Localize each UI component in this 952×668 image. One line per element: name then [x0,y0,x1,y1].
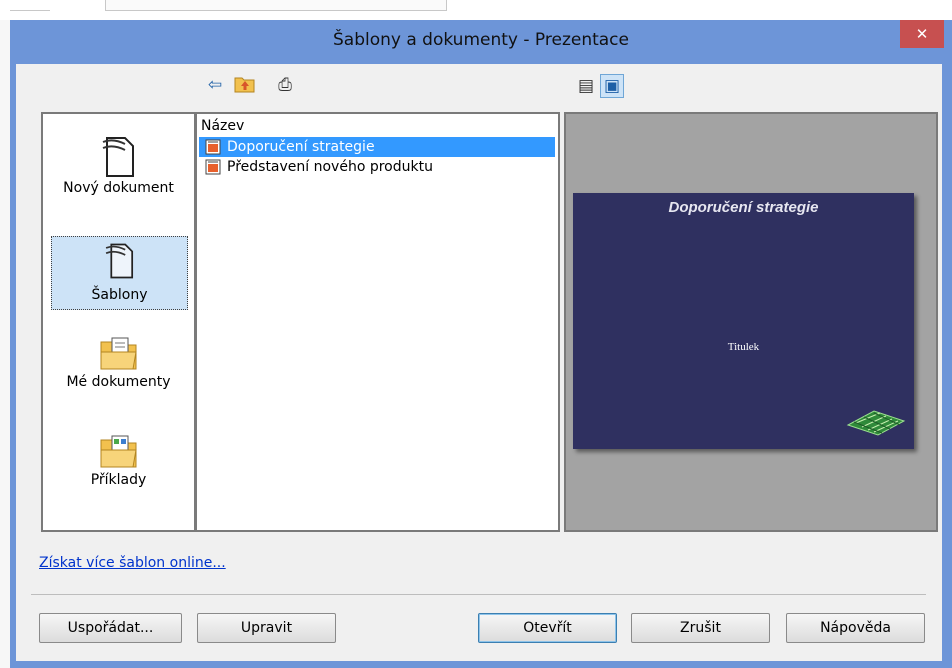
organize-button[interactable]: Uspořádat... [39,613,182,643]
organize-button-label: Uspořádat... [67,620,154,636]
window-title: Šablony a dokumenty - Prezentace [332,30,629,50]
cancel-button-label: Zrušit [680,620,721,636]
list-item[interactable]: Doporučení strategie [199,137,555,157]
back-button[interactable]: ⇦ [204,74,226,96]
background-field [10,0,50,11]
details-view-button[interactable]: ▤ [574,74,598,98]
up-folder-button[interactable] [234,74,256,96]
folder-up-icon [234,77,255,93]
my-documents-folder-icon [98,334,140,374]
open-button[interactable]: Otevřít [478,613,617,643]
category-label: Šablony [91,287,148,303]
category-my-documents[interactable]: Mé dokumenty [51,334,186,414]
get-more-templates-link[interactable]: Získat více šablon online... [39,555,226,571]
new-document-icon [99,134,139,180]
help-button-label: Nápověda [820,620,891,636]
category-new-document[interactable]: Nový dokument [51,134,186,214]
column-header-name[interactable]: Název [201,118,244,134]
category-panel: Nový dokument Šablony Mé dokumenty Příkl… [41,112,196,532]
back-arrow-icon: ⇦ [207,75,223,95]
help-button[interactable]: Nápověda [786,613,925,643]
file-list: Název Doporučení strategie Představení n… [195,112,560,532]
divider [31,594,926,595]
circuit-board-graphic [846,410,906,436]
details-view-icon: ▤ [577,76,595,96]
preview-view-icon: ▣ [603,76,621,96]
templates-icon [100,241,140,287]
cancel-button[interactable]: Zrušit [631,613,770,643]
presentation-template-icon [205,159,221,175]
close-icon: ✕ [915,25,929,43]
title-bar[interactable]: Šablony a dokumenty - Prezentace ✕ [10,20,952,64]
presentation-template-icon [205,139,221,155]
category-label: Mé dokumenty [66,374,171,390]
slide-subtitle: Titulek [727,341,760,353]
category-templates[interactable]: Šablony [51,236,188,310]
slide-title: Doporučení strategie [668,199,819,216]
print-icon: ⎙ [278,75,292,95]
category-examples[interactable]: Příklady [51,432,186,512]
background-field [105,0,447,11]
category-label: Příklady [90,472,147,488]
dialog-body: ⇦ ⎙ ▤ ▣ Nový dokument Šablony Mé dokumen… [16,64,942,661]
list-item[interactable]: Představení nového produktu [199,157,555,177]
preview-panel: Doporučení strategie Titulek [564,112,938,532]
print-button[interactable]: ⎙ [274,74,296,96]
preview-view-button[interactable]: ▣ [600,74,624,98]
list-item-label: Doporučení strategie [227,139,375,155]
examples-folder-icon [98,432,140,472]
slide-preview: Doporučení strategie Titulek [573,193,914,449]
edit-button-label: Upravit [240,620,293,636]
close-button[interactable]: ✕ [900,20,944,48]
list-item-label: Představení nového produktu [227,159,433,175]
open-button-label: Otevřít [523,620,572,636]
edit-button[interactable]: Upravit [197,613,336,643]
category-label: Nový dokument [63,180,174,196]
templates-dialog: Šablony a dokumenty - Prezentace ✕ ⇦ ⎙ ▤… [10,20,952,668]
background-app-strip [0,0,952,20]
